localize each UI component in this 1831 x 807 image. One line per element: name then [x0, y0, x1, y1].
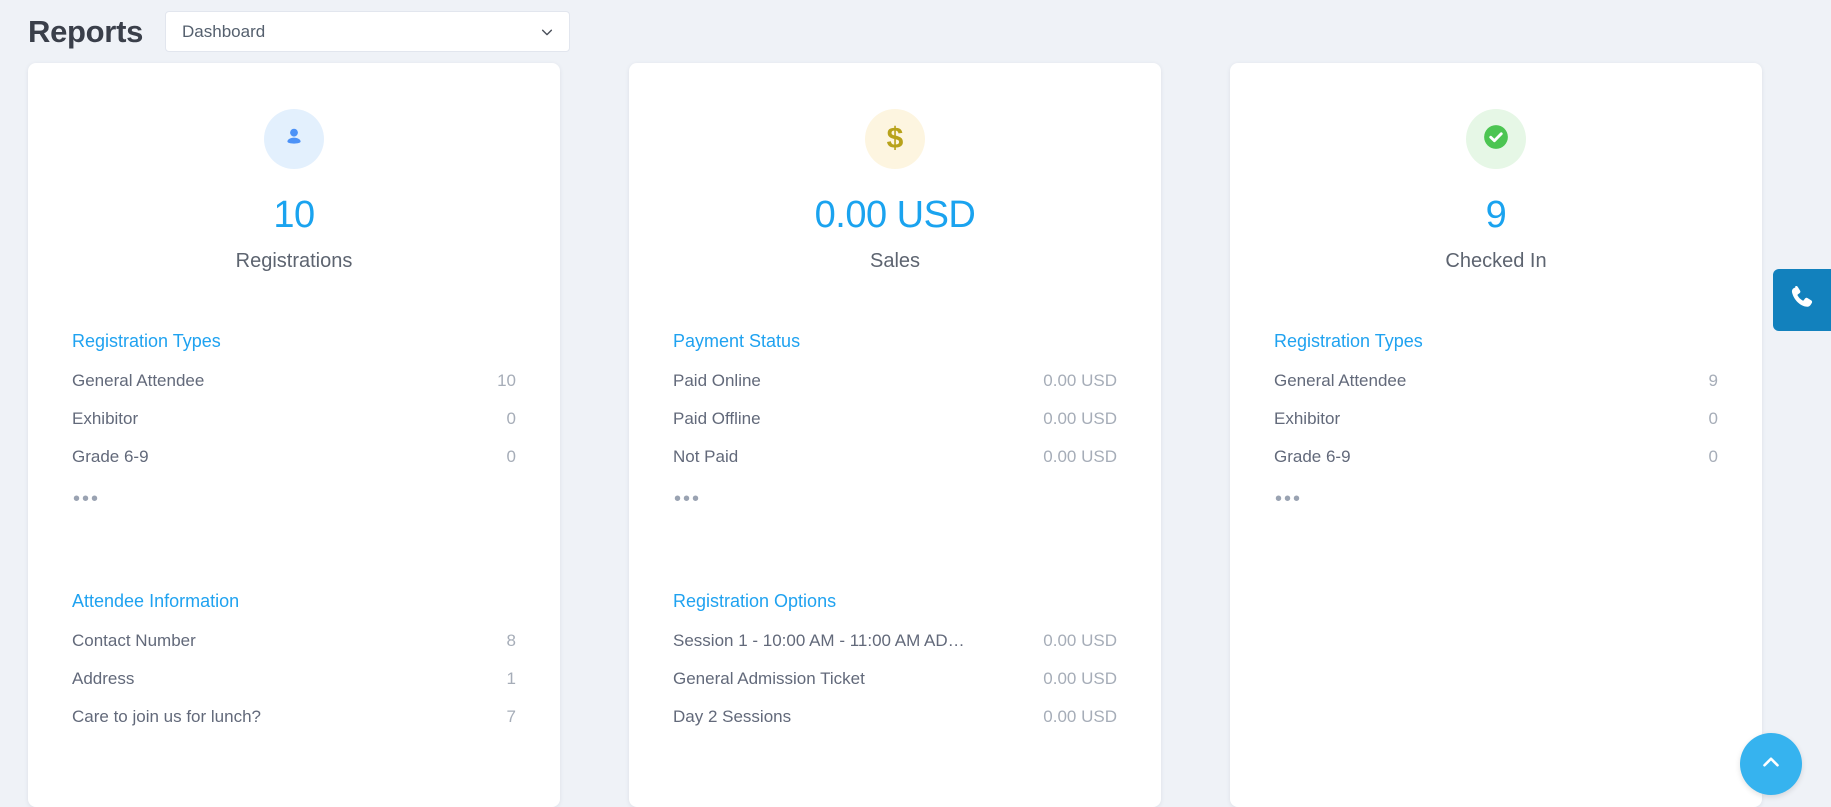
show-more-ellipsis[interactable]: ••• — [72, 489, 516, 509]
stat-value: 0.00 USD — [814, 194, 976, 236]
section-title[interactable]: Payment Status — [673, 331, 1117, 352]
stat-card-sales: $0.00 USD Sales Payment Status Paid Online 0… — [629, 63, 1161, 807]
card-summary: 10 Registrations — [72, 99, 516, 273]
stat-row-value: 1 — [506, 668, 516, 688]
stat-row-value: 0 — [1708, 408, 1718, 428]
stat-label: Registrations — [235, 249, 353, 272]
stat-row-value: 0 — [506, 446, 516, 466]
stat-row: Exhibitor 0 — [72, 400, 516, 438]
card-section: Payment Status Paid Online 0.00 USD Paid Of… — [673, 331, 1117, 509]
section-title[interactable]: Registration Options — [673, 591, 1117, 612]
stat-row-label: General Attendee — [72, 370, 205, 390]
phone-icon — [1787, 283, 1817, 318]
check-circle-icon — [1481, 122, 1511, 157]
stat-row-value: 9 — [1708, 370, 1718, 390]
stat-row-label: Contact Number — [72, 630, 196, 650]
stat-value: 10 — [273, 194, 315, 236]
stat-row: Exhibitor 0 — [1274, 400, 1718, 438]
dashboard-cards: 10 Registrations Registration Types General… — [0, 63, 1831, 807]
card-icon-circle — [1466, 109, 1526, 169]
section-title[interactable]: Registration Types — [72, 331, 516, 352]
stat-row-value: 0.00 USD — [1043, 706, 1117, 726]
stat-value: 9 — [1485, 194, 1507, 236]
stat-row-label: Care to join us for lunch? — [72, 706, 261, 726]
person-icon — [281, 124, 307, 155]
stat-row-value: 0.00 USD — [1043, 668, 1117, 688]
stat-row-label: Grade 6-9 — [72, 446, 149, 466]
stat-row-label: Day 2 Sessions — [673, 706, 792, 726]
stat-row-label: Paid Offline — [673, 408, 761, 428]
stat-card-registrations: 10 Registrations Registration Types General… — [28, 63, 560, 807]
stat-row-value: 0 — [506, 408, 516, 428]
stat-row-value: 10 — [497, 370, 516, 390]
stat-row-value: 0.00 USD — [1043, 630, 1117, 650]
chevron-up-icon — [1758, 749, 1784, 780]
stat-row-value: 0.00 USD — [1043, 446, 1117, 466]
card-summary: 9 Checked In — [1274, 99, 1718, 273]
stat-row-value: 8 — [506, 630, 516, 650]
card-section: Registration Types General Attendee 9 Exhib… — [1274, 331, 1718, 509]
card-section: Registration Types General Attendee 10 Exhi… — [72, 331, 516, 509]
stat-row: Grade 6-9 0 — [1274, 438, 1718, 476]
page-title: Reports — [28, 14, 144, 49]
stat-row-value: 0.00 USD — [1043, 370, 1117, 390]
stat-row: Session 1 - 10:00 AM - 11:00 AM AD… 0.00 … — [673, 622, 1117, 660]
stat-row-value: 7 — [506, 706, 516, 726]
page-header: Reports Dashboard — [0, 0, 1831, 63]
right-rail — [1819, 0, 1831, 807]
stat-row-label: Exhibitor — [72, 408, 139, 428]
card-section: Attendee Information Contact Number 8 Addre… — [72, 591, 516, 736]
stat-row-value: 0.00 USD — [1043, 408, 1117, 428]
card-section: Registration Options Session 1 - 10:00 AM… — [673, 591, 1117, 736]
dollar-icon: $ — [886, 122, 904, 155]
stat-row-label: Session 1 - 10:00 AM - 11:00 AM AD… — [673, 630, 965, 650]
stat-row-label: Grade 6-9 — [1274, 446, 1351, 466]
phone-support-tab[interactable] — [1773, 269, 1831, 331]
stat-row: Contact Number 8 — [72, 622, 516, 660]
report-select[interactable]: Dashboard — [165, 11, 571, 52]
section-title[interactable]: Registration Types — [1274, 331, 1718, 352]
stat-row-label: General Admission Ticket — [673, 668, 865, 688]
stat-row-label: Exhibitor — [1274, 408, 1341, 428]
chevron-down-icon — [540, 25, 554, 39]
stat-label: Checked In — [1445, 249, 1547, 272]
stat-row: Not Paid 0.00 USD — [673, 438, 1117, 476]
stat-row-label: Not Paid — [673, 446, 739, 466]
section-title[interactable]: Attendee Information — [72, 591, 516, 612]
stat-row: Day 2 Sessions 0.00 USD — [673, 698, 1117, 736]
card-icon-circle: $ — [865, 109, 925, 169]
stat-row: Paid Offline 0.00 USD — [673, 400, 1117, 438]
stat-row: Care to join us for lunch? 7 — [72, 698, 516, 736]
stat-row: Paid Online 0.00 USD — [673, 362, 1117, 400]
stat-row-label: Paid Online — [673, 370, 761, 390]
stat-row-value: 0 — [1708, 446, 1718, 466]
scroll-to-top-button[interactable] — [1740, 733, 1802, 795]
stat-row: General Admission Ticket 0.00 USD — [673, 660, 1117, 698]
report-select-value: Dashboard — [182, 21, 266, 41]
report-select-wrapper: Dashboard — [165, 11, 571, 52]
card-icon-circle — [264, 109, 324, 169]
show-more-ellipsis[interactable]: ••• — [673, 489, 1117, 509]
stat-row-label: General Attendee — [1274, 370, 1407, 390]
card-summary: $0.00 USD Sales — [673, 99, 1117, 273]
stat-card-checked-in: 9 Checked In Registration Types General Att… — [1230, 63, 1762, 807]
stat-row: General Attendee 9 — [1274, 362, 1718, 400]
stat-label: Sales — [869, 249, 921, 272]
stat-row: Grade 6-9 0 — [72, 438, 516, 476]
stat-row-label: Address — [72, 668, 135, 688]
show-more-ellipsis[interactable]: ••• — [1274, 489, 1718, 509]
stat-row: Address 1 — [72, 660, 516, 698]
stat-row: General Attendee 10 — [72, 362, 516, 400]
